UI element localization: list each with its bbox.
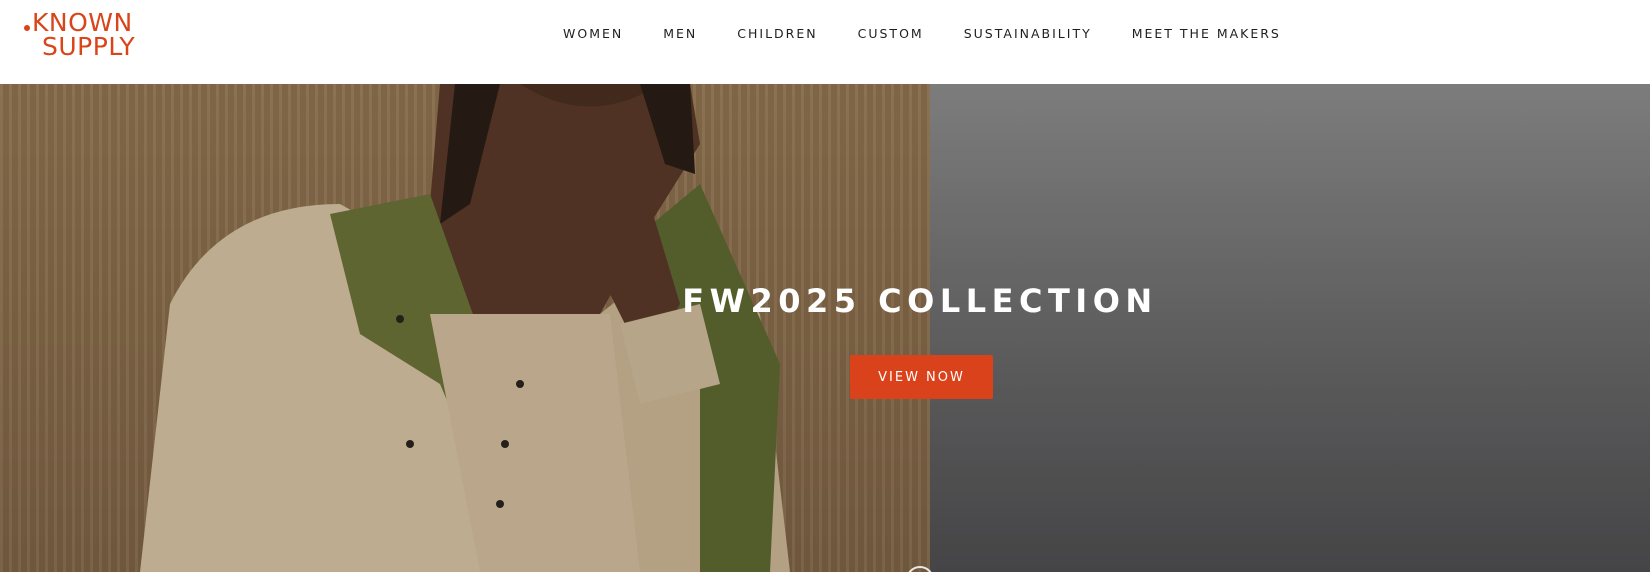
hero-overlay xyxy=(0,84,1650,572)
brand-logo[interactable]: KNOWN SUPPLY xyxy=(22,8,162,62)
nav-item-meet-the-makers[interactable]: MEET THE MAKERS xyxy=(1132,22,1281,46)
logo-dot-icon xyxy=(24,25,30,31)
hero-title: FW2025 COLLECTION xyxy=(682,282,1158,320)
main-nav: WOMEN MEN CHILDREN CUSTOM SUSTAINABILITY… xyxy=(563,22,1281,46)
view-now-button[interactable]: VIEW NOW xyxy=(850,355,993,399)
nav-item-custom[interactable]: CUSTOM xyxy=(858,22,924,46)
logo-text-line2: SUPPLY xyxy=(42,32,136,61)
site-header: KNOWN SUPPLY WOMEN MEN CHILDREN CUSTOM S… xyxy=(0,0,1650,84)
hero-banner: FW2025 COLLECTION VIEW NOW xyxy=(0,84,1650,572)
nav-item-children[interactable]: CHILDREN xyxy=(737,22,817,46)
nav-item-sustainability[interactable]: SUSTAINABILITY xyxy=(964,22,1092,46)
nav-item-women[interactable]: WOMEN xyxy=(563,22,623,46)
hero-title-container: FW2025 COLLECTION xyxy=(650,280,1190,322)
nav-item-men[interactable]: MEN xyxy=(663,22,697,46)
